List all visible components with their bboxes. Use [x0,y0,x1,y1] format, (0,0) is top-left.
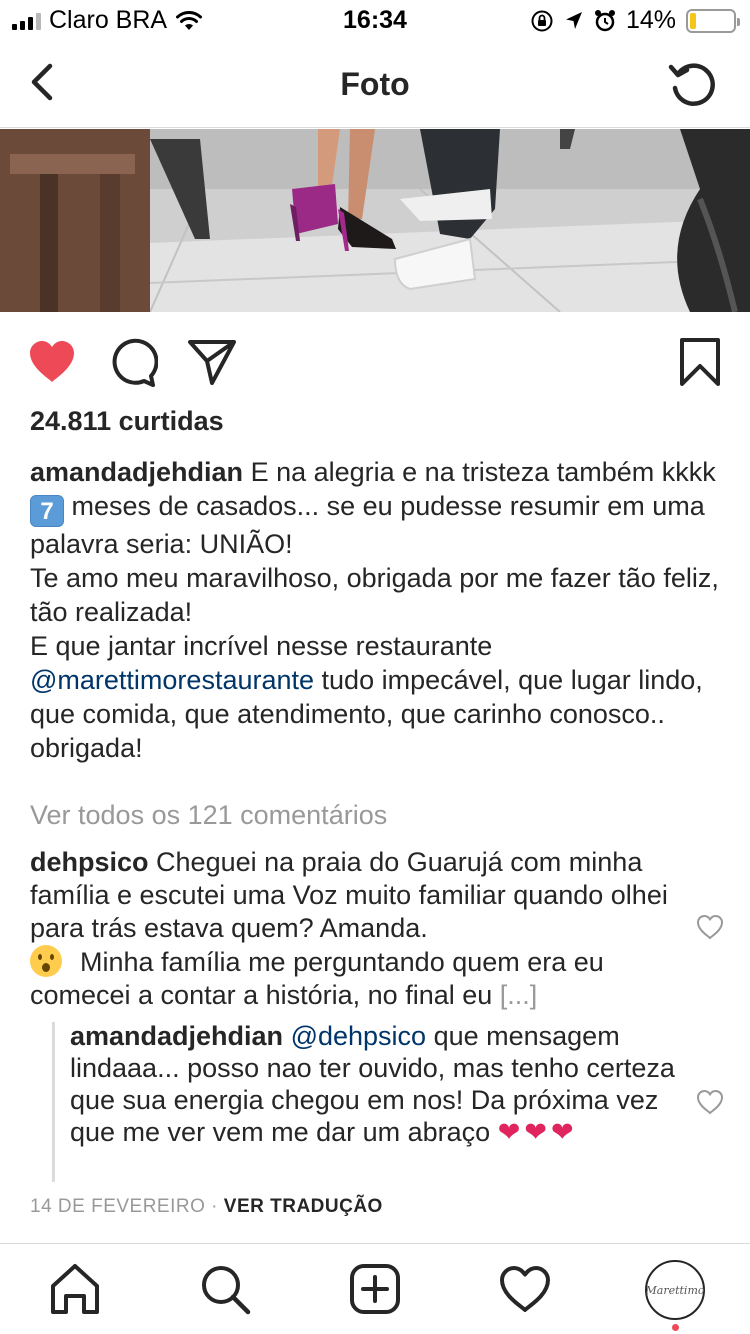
reply-comment: amandadjehdian @dehpsico que mensagem li… [70,1020,680,1148]
caption-line: Te amo meu maravilhoso, obrigada por me … [30,563,719,627]
reply-mention[interactable]: @dehpsico [291,1021,427,1051]
comment-icon[interactable] [106,336,158,388]
avatar-logo-text: Marettimo [645,1283,705,1297]
view-all-comments-link[interactable]: Ver todos os 121 comentários [30,800,387,831]
meta-separator: · [211,1196,218,1217]
caption-line: amandadjehdian E na alegria e na tristez… [30,455,725,489]
profile-avatar[interactable]: Marettimo [645,1260,705,1320]
caption-text: meses de casados... se eu pudesse resumi… [30,491,705,559]
caption-line: 7 meses de casados... se eu pudesse resu… [30,489,725,561]
refresh-icon[interactable] [666,58,720,112]
battery-percent: 14% [625,6,676,34]
caption-text: E na alegria e na tristeza também kkkk [250,457,716,487]
comment-like-icon[interactable] [696,913,724,941]
home-icon[interactable] [48,1262,102,1316]
battery-fill [690,12,696,29]
see-translation-link[interactable]: VER TRADUÇÃO [224,1196,383,1217]
new-post-icon[interactable] [348,1262,402,1316]
red-hearts-emoji: ❤❤❤ [497,1117,578,1147]
search-icon[interactable] [198,1262,252,1316]
caption-mention[interactable]: @marettimorestaurante [30,665,314,695]
bookmark-icon[interactable] [674,336,726,388]
bottom-tab-bar: Marettimo [0,1243,750,1334]
battery-icon [686,8,740,33]
like-heart-icon[interactable] [26,336,78,388]
share-icon[interactable] [186,336,238,388]
post-date: 14 DE FEVEREIRO [30,1196,206,1217]
rotation-lock-icon [531,10,553,31]
nav-header: Foto [0,40,750,128]
caption-text: E que jantar incrível nesse restaurante [30,631,493,661]
status-bar: Claro BRA 16:34 14% [0,0,750,40]
reply-like-icon[interactable] [696,1088,724,1116]
comment-username[interactable]: dehpsico [30,847,149,877]
notification-dot [672,1324,679,1331]
post-meta: 14 DE FEVEREIRO · VER TRADUÇÃO [30,1196,383,1218]
keycap-seven-emoji: 7 [30,495,64,527]
likes-count[interactable]: 24.811 curtidas [30,406,224,437]
location-icon [565,11,582,29]
post-caption: amandadjehdian E na alegria e na tristez… [30,455,725,765]
comment: dehpsico Cheguei na praia do Guarujá com… [30,846,680,1012]
reply-thread-line [52,1022,55,1182]
alarm-icon [594,9,615,31]
astonished-face-emoji [30,945,62,977]
comment-more-link[interactable]: [...] [500,980,538,1010]
post-photo[interactable] [0,129,750,312]
status-right: 14% [530,6,740,35]
photo-scene [0,129,750,312]
post-actions [0,330,750,392]
caption-line: E que jantar incrível nesse restaurante … [30,629,725,765]
activity-icon[interactable] [498,1262,552,1316]
reply-username[interactable]: amandadjehdian [70,1021,283,1051]
caption-username[interactable]: amandadjehdian [30,457,243,487]
page-title: Foto [340,66,410,102]
